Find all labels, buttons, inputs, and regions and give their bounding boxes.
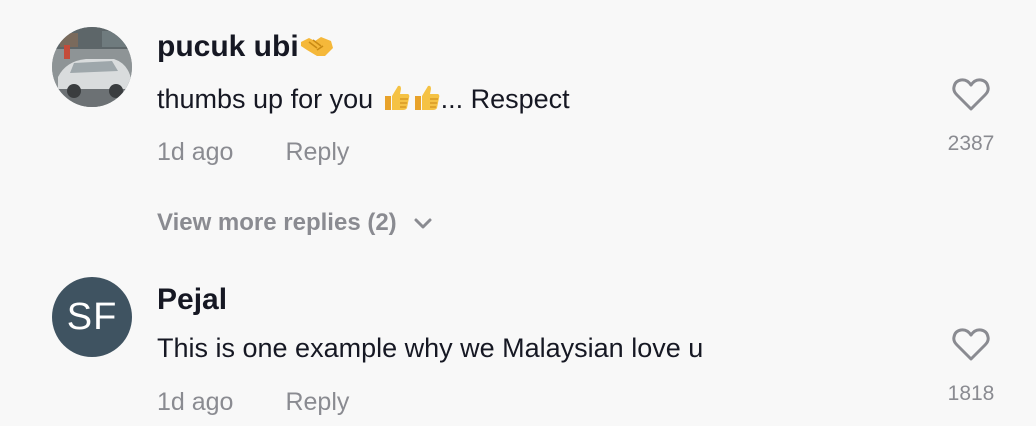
comment-text-part: This is one example why we Malaysian lov… [157, 333, 704, 363]
like-button[interactable]: 1818 [930, 328, 1012, 406]
avatar[interactable]: SF [52, 277, 132, 357]
comment-time: 1d ago [157, 388, 234, 416]
avatar-initials: SF [66, 296, 118, 338]
comment-text: This is one example why we Malaysian lov… [157, 333, 703, 364]
heart-icon [952, 328, 990, 361]
username-text: Pejal [157, 283, 228, 316]
comment-username[interactable]: Pejal [157, 283, 227, 317]
reply-button[interactable]: Reply [285, 388, 349, 416]
comment-meta: 1d ago Reply [157, 388, 349, 417]
like-count: 1818 [947, 382, 995, 405]
comment-item: SF Pejal This is one example why we Mala… [0, 0, 1036, 426]
